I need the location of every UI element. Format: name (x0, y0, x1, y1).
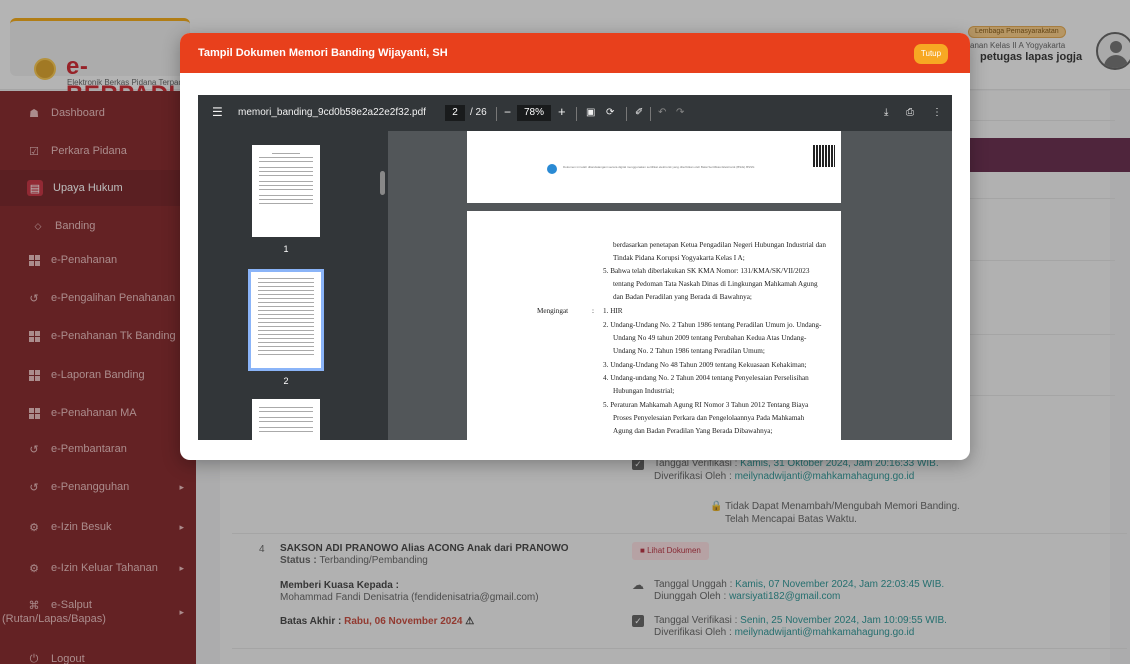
document-line: dan Badan Peradilan yang Berada di Bawah… (613, 293, 752, 301)
thumbnail-scrollbar[interactable] (380, 171, 385, 195)
page-number-input[interactable]: 2 (445, 105, 465, 121)
close-button[interactable]: Tutup (914, 44, 948, 64)
document-line: tentang Pedoman Tata Naskah Dinas di Lin… (613, 280, 818, 288)
document-line: Agung dan Badan Peradilan Yang Berada Di… (613, 427, 773, 435)
pdf-pages: Dokumen ini telah ditandatangani secara … (388, 131, 952, 440)
pdf-filename: memori_banding_9cd0b58e2a22e2f32.pdf (238, 107, 426, 118)
pdf-toolbar: ☰ memori_banding_9cd0b58e2a22e2f32.pdf 2… (198, 95, 952, 131)
document-line: 5. Peraturan Mahkamah Agung RI Nomor 3 T… (603, 401, 809, 409)
fit-page-icon[interactable]: ▣ (586, 107, 595, 118)
document-line: Hubungan Industrial; (613, 387, 675, 395)
mengingat-colon: : (592, 307, 594, 315)
print-icon[interactable]: ⎙ (906, 107, 914, 118)
rotate-icon[interactable]: ⟳ (606, 107, 614, 118)
document-line: 1. HIR (603, 307, 623, 315)
modal-title: Tampil Dokumen Memori Banding Wijayanti,… (198, 47, 448, 59)
document-line: Undang No. 2 Tahun 1986 tentang Peradila… (613, 347, 765, 355)
document-line: berdasarkan penetapan Ketua Pengadilan N… (613, 241, 826, 249)
mengingat-label: Mengingat (537, 307, 569, 315)
document-modal: Tampil Dokumen Memori Banding Wijayanti,… (180, 33, 970, 460)
thumbnail-label: 1 (283, 244, 289, 254)
total-pages: / 26 (470, 107, 487, 118)
bsre-logo-icon (547, 164, 557, 174)
pdf-page-2: berdasarkan penetapan Ketua Pengadilan N… (467, 211, 841, 440)
document-line: 2. Undang-Undang No. 2 Tahun 1986 tentan… (603, 321, 822, 329)
thumbnail-label: 2 (283, 376, 289, 386)
zoom-in-icon[interactable]: + (558, 104, 566, 119)
pdf-viewer: ☰ memori_banding_9cd0b58e2a22e2f32.pdf 2… (198, 95, 952, 440)
download-icon[interactable]: ⤓ (884, 107, 888, 118)
document-line: 5. Bahwa telah diberlakukan SK KMA Nomor… (603, 267, 810, 275)
more-options-icon[interactable]: ⋮ (932, 107, 942, 118)
zoom-out-icon[interactable]: − (504, 105, 511, 119)
qr-code-icon (813, 145, 835, 167)
document-line: Tindak Pidana Korupsi Yogyakarta Kelas I… (613, 254, 745, 262)
divider (496, 107, 497, 121)
page-thumbnail[interactable] (252, 399, 320, 440)
divider (576, 107, 577, 121)
zoom-input[interactable]: 78% (517, 105, 551, 121)
annotate-icon[interactable]: ✐ (635, 107, 643, 118)
page-thumbnail[interactable] (252, 145, 320, 237)
document-line: Proses Penyelesaian Perkara dan Pengelol… (613, 414, 805, 422)
pdf-page-1: Dokumen ini telah ditandatangani secara … (467, 131, 841, 203)
undo-icon[interactable]: ↶ (658, 107, 666, 118)
document-line: 3. Undang-Undang No 48 Tahun 2009 tentan… (603, 361, 807, 369)
signature-note: Dokumen ini telah ditandatangani secara … (563, 165, 756, 169)
divider (626, 107, 627, 121)
redo-icon[interactable]: ↷ (676, 107, 684, 118)
document-line: Undang No 49 tahun 2009 tentang Perubaha… (613, 334, 807, 342)
thumbnail-sidebar: 1 2 (198, 131, 388, 440)
modal-header: Tampil Dokumen Memori Banding Wijayanti,… (180, 33, 970, 73)
page-thumbnail-selected[interactable] (248, 269, 324, 371)
document-line: 4. Undang-undang No. 2 Tahun 2004 tentan… (603, 374, 809, 382)
menu-icon[interactable]: ☰ (212, 105, 223, 119)
divider (650, 107, 651, 121)
